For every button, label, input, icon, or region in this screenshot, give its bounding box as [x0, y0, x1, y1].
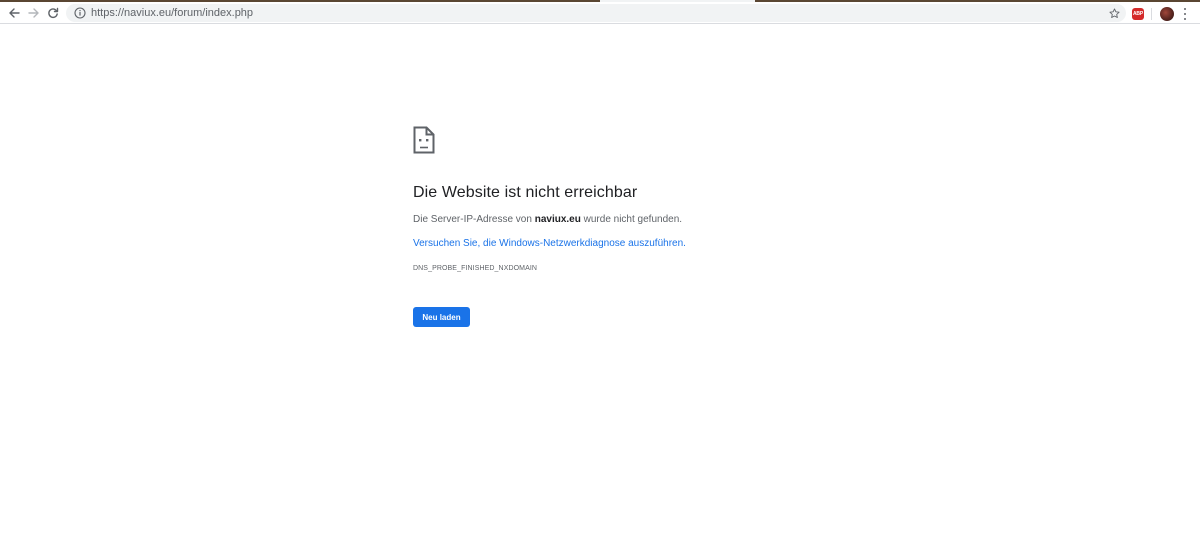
reload-button[interactable]: Neu laden	[413, 307, 470, 327]
star-icon	[1108, 7, 1120, 18]
browser-toolbar: https://naviux.eu/forum/index.php ABP	[0, 2, 1200, 24]
error-description: Die Server-IP-Adresse von naviux.eu wurd…	[413, 214, 682, 225]
error-description-prefix: Die Server-IP-Adresse von	[413, 214, 535, 225]
menu-dot	[1184, 8, 1186, 10]
info-icon[interactable]	[74, 7, 86, 19]
menu-dot	[1184, 18, 1186, 20]
toolbar-separator	[1151, 8, 1152, 20]
profile-avatar[interactable]	[1160, 7, 1174, 21]
adblock-extension-icon[interactable]: ABP	[1132, 8, 1144, 20]
network-diagnose-link[interactable]: Versuchen Sie, die Windows-Netzwerkdiagn…	[413, 238, 686, 249]
reload-browser-button[interactable]	[44, 4, 62, 22]
error-description-suffix: wurde nicht gefunden.	[580, 214, 683, 225]
sad-document-icon	[413, 126, 435, 154]
arrow-right-icon	[28, 8, 39, 18]
error-code: DNS_PROBE_FINISHED_NXDOMAIN	[413, 265, 538, 272]
bookmark-star-button[interactable]	[1106, 5, 1122, 21]
forward-button[interactable]	[25, 4, 43, 22]
error-title: Die Website ist nicht erreichbar	[413, 184, 638, 201]
address-bar[interactable]: https://naviux.eu/forum/index.php	[66, 4, 1126, 22]
browser-menu-button[interactable]	[1182, 7, 1188, 21]
menu-dot	[1184, 13, 1186, 15]
back-button[interactable]	[5, 4, 23, 22]
adblock-extension-label: ABP	[1133, 11, 1143, 17]
error-domain: naviux.eu	[534, 214, 581, 225]
reload-icon	[48, 7, 59, 18]
arrow-left-icon	[9, 8, 20, 18]
url-text[interactable]: https://naviux.eu/forum/index.php	[91, 7, 253, 19]
